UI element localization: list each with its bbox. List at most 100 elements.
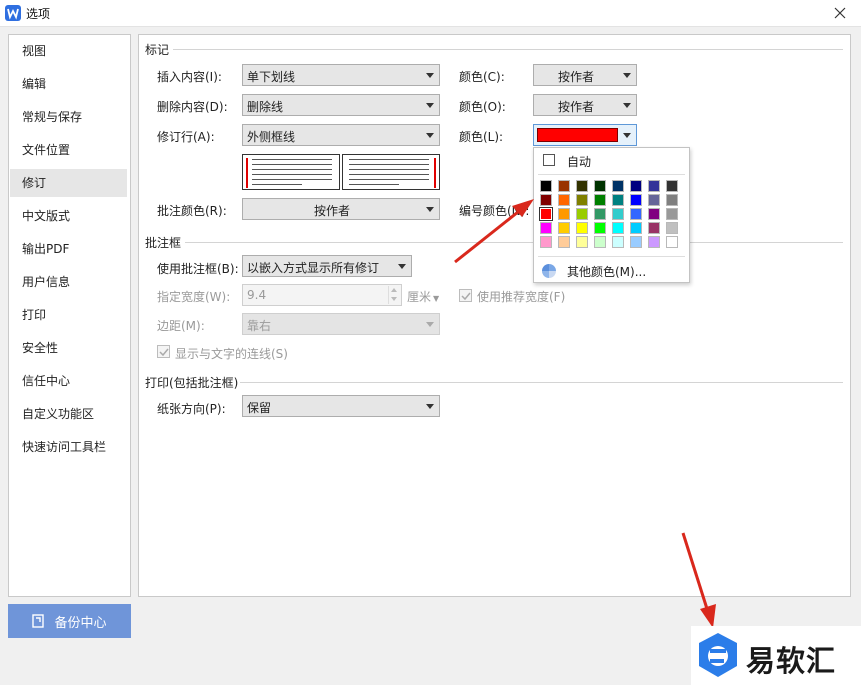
color-swatch[interactable]: [539, 207, 553, 221]
use-recommended-label: 使用推荐宽度(F): [477, 290, 566, 304]
more-colors-option[interactable]: 其他颜色(M)...: [535, 260, 688, 282]
color-swatch[interactable]: [558, 194, 570, 206]
app-logo-icon: [5, 5, 21, 21]
auto-checkbox[interactable]: [543, 154, 555, 166]
sidebar-item-view[interactable]: 视图: [10, 37, 127, 65]
width-unit-select[interactable]: 厘米 ▼: [407, 288, 439, 305]
revision-preview: [242, 154, 440, 190]
divider: [538, 256, 685, 257]
insert-color-select[interactable]: 按作者: [533, 64, 637, 86]
delete-color-select[interactable]: 按作者: [533, 94, 637, 116]
use-balloons-label: 使用批注框(B):: [157, 262, 239, 276]
color-swatch[interactable]: [630, 180, 642, 192]
backup-center-button[interactable]: 备份中心: [8, 604, 131, 638]
color-swatch[interactable]: [630, 194, 642, 206]
color-swatch[interactable]: [576, 194, 588, 206]
sidebar-item-quick-access[interactable]: 快速访问工具栏: [10, 433, 127, 461]
color-swatch[interactable]: [594, 208, 606, 220]
sidebar-item-print[interactable]: 打印: [10, 301, 127, 329]
revised-lines-value: 外侧框线: [247, 130, 296, 144]
check-icon: [159, 348, 169, 357]
color-swatch[interactable]: [612, 222, 624, 234]
sidebar-item-security[interactable]: 安全性: [10, 334, 127, 362]
color-swatch[interactable]: [594, 180, 606, 192]
width-spinbox[interactable]: 9.4: [242, 284, 402, 306]
color-swatch[interactable]: [558, 180, 570, 192]
color-swatch[interactable]: [612, 208, 624, 220]
insert-label: 插入内容(I):: [157, 70, 222, 84]
use-recommended-checkbox[interactable]: [459, 289, 472, 302]
color-swatch[interactable]: [540, 236, 552, 248]
show-lines-label: 显示与文字的连线(S): [175, 347, 288, 361]
color-swatch[interactable]: [666, 180, 678, 192]
margin-value: 靠右: [247, 319, 272, 333]
sidebar-item-trust-center[interactable]: 信任中心: [10, 367, 127, 395]
spin-down-icon[interactable]: [388, 295, 400, 304]
color-swatch[interactable]: [648, 208, 660, 220]
insert-style-select[interactable]: 单下划线: [242, 64, 440, 86]
color-swatch[interactable]: [648, 222, 660, 234]
color-swatch[interactable]: [594, 236, 606, 248]
spin-up-icon[interactable]: [388, 286, 400, 295]
color-swatch[interactable]: [594, 222, 606, 234]
comment-color-select[interactable]: 按作者: [242, 198, 440, 220]
color-swatch[interactable]: [540, 222, 552, 234]
color-swatch[interactable]: [612, 180, 624, 192]
chevron-down-icon: [426, 404, 434, 409]
sidebar-item-file-location[interactable]: 文件位置: [10, 136, 127, 164]
color-swatch-grid: [539, 180, 684, 250]
color-swatch[interactable]: [612, 236, 624, 248]
color-swatch[interactable]: [648, 194, 660, 206]
color-swatch[interactable]: [648, 180, 660, 192]
watermark-text: 易软汇: [746, 644, 837, 678]
color-swatch[interactable]: [630, 222, 642, 234]
revised-lines-select[interactable]: 外侧框线: [242, 124, 440, 146]
sidebar-item-chinese-layout[interactable]: 中文版式: [10, 202, 127, 230]
divider: [173, 49, 843, 50]
sidebar-item-edit[interactable]: 编辑: [10, 70, 127, 98]
color-swatch[interactable]: [540, 194, 552, 206]
color-swatch[interactable]: [666, 236, 678, 248]
color-swatch[interactable]: [540, 180, 552, 192]
comment-color-value: 按作者: [313, 204, 350, 218]
close-icon: [834, 7, 846, 19]
delete-style-select[interactable]: 删除线: [242, 94, 440, 116]
use-balloons-select[interactable]: 以嵌入方式显示所有修订: [242, 255, 412, 277]
color-swatch[interactable]: [630, 208, 642, 220]
color-swatch[interactable]: [558, 222, 570, 234]
color-swatch[interactable]: [594, 194, 606, 206]
color-swatch[interactable]: [558, 208, 570, 220]
color-swatch[interactable]: [666, 208, 678, 220]
chevron-down-icon: [398, 264, 406, 269]
sidebar-item-user-info[interactable]: 用户信息: [10, 268, 127, 296]
color-swatch[interactable]: [666, 194, 678, 206]
paper-orientation-select[interactable]: 保留: [242, 395, 440, 417]
use-balloons-value: 以嵌入方式显示所有修订: [247, 261, 380, 275]
auto-color-option[interactable]: 自动: [535, 149, 688, 173]
sidebar-item-customize-ribbon[interactable]: 自定义功能区: [10, 400, 127, 428]
color-swatch[interactable]: [630, 236, 642, 248]
color-picker-popup: 自动 其他颜色(M)...: [533, 147, 690, 283]
color-swatch[interactable]: [576, 222, 588, 234]
delete-label: 删除内容(D):: [157, 100, 228, 114]
delete-color-label: 颜色(O):: [459, 100, 506, 114]
color-swatch[interactable]: [666, 222, 678, 234]
color-swatch[interactable]: [576, 180, 588, 192]
margin-select[interactable]: 靠右: [242, 313, 440, 335]
watermark: 易软汇: [691, 626, 861, 685]
show-lines-checkbox[interactable]: [157, 345, 170, 358]
color-swatch[interactable]: [648, 236, 660, 248]
chevron-down-icon: [623, 133, 631, 138]
revised-lines-color-select[interactable]: [533, 124, 637, 146]
delete-style-value: 删除线: [247, 100, 284, 114]
insert-style-value: 单下划线: [247, 70, 296, 84]
color-swatch[interactable]: [576, 208, 588, 220]
sidebar-item-revision[interactable]: 修订: [10, 169, 127, 197]
color-swatch[interactable]: [612, 194, 624, 206]
chevron-down-icon: [426, 73, 434, 78]
close-button[interactable]: [829, 2, 851, 24]
sidebar-item-export-pdf[interactable]: 输出PDF: [10, 235, 127, 263]
sidebar-item-general[interactable]: 常规与保存: [10, 103, 127, 131]
color-swatch[interactable]: [576, 236, 588, 248]
color-swatch[interactable]: [558, 236, 570, 248]
